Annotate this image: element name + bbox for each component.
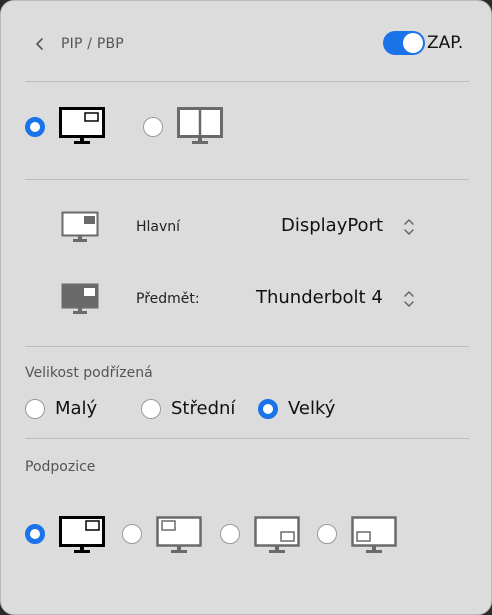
monitor-position-top-left-icon[interactable]	[156, 516, 202, 554]
monitor-position-top-right-icon[interactable]	[59, 516, 105, 554]
monitor-main-icon	[61, 211, 99, 243]
pip-pbp-panel: PIP / PBP ZAP. Hlavní DisplayPort Předmě…	[0, 0, 492, 615]
position-section-title: Podpozice	[25, 459, 96, 475]
chevron-up-down-icon[interactable]	[403, 289, 415, 309]
toggle-knob	[403, 33, 423, 53]
position-top-right-radio[interactable]	[25, 524, 45, 544]
size-small-label[interactable]: Malý	[55, 398, 97, 419]
main-source-label: Hlavní	[136, 219, 181, 235]
monitor-position-bottom-right-icon[interactable]	[254, 516, 300, 554]
size-large-label[interactable]: Velký	[288, 398, 335, 419]
position-bottom-right-radio[interactable]	[220, 524, 240, 544]
monitor-sub-icon	[61, 283, 99, 315]
toggle-label: ZAP.	[427, 33, 464, 53]
position-top-left-radio[interactable]	[122, 524, 142, 544]
size-large-radio[interactable]	[258, 399, 278, 419]
chevron-up-down-icon[interactable]	[403, 217, 415, 237]
size-medium-radio[interactable]	[141, 399, 161, 419]
header: PIP / PBP ZAP.	[1, 1, 491, 81]
divider	[25, 346, 469, 347]
size-section-title: Velikost podřízená	[25, 365, 153, 381]
sub-source-label: Předmět:	[136, 291, 200, 307]
size-medium-label[interactable]: Střední	[171, 398, 235, 419]
sub-source-value[interactable]: Thunderbolt 4	[256, 287, 383, 308]
page-title: PIP / PBP	[61, 36, 124, 52]
position-bottom-left-radio[interactable]	[317, 524, 337, 544]
main-source-value[interactable]: DisplayPort	[281, 215, 383, 236]
pip-toggle[interactable]	[383, 31, 425, 55]
divider	[25, 179, 469, 180]
monitor-position-bottom-left-icon[interactable]	[351, 516, 397, 554]
mode-pip-radio[interactable]	[25, 117, 45, 137]
monitor-split-icon[interactable]	[177, 107, 223, 145]
mode-pbp-radio[interactable]	[143, 117, 163, 137]
size-small-radio[interactable]	[25, 399, 45, 419]
chevron-left-icon[interactable]	[33, 34, 47, 54]
monitor-pip-icon[interactable]	[59, 107, 105, 145]
divider	[25, 438, 469, 439]
divider	[25, 81, 469, 82]
